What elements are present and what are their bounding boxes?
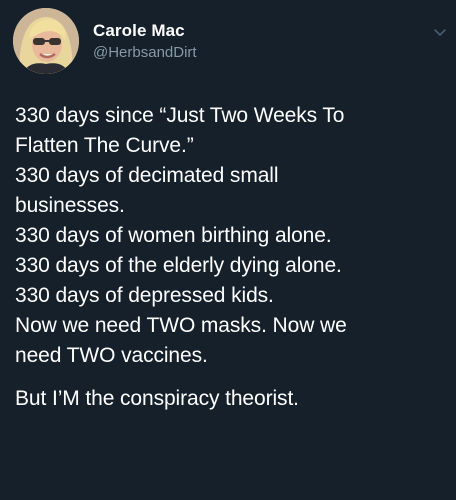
tweet-line: businesses. — [15, 194, 125, 217]
tweet-line: 330 days of women birthing alone. — [15, 224, 332, 247]
avatar[interactable] — [13, 8, 79, 74]
tweet-body: 330 days since “Just Two Weeks To Flatte… — [15, 101, 443, 414]
author-handle[interactable]: @HerbsandDirt — [93, 43, 197, 63]
tweet-line: 330 days of depressed kids. — [15, 284, 274, 307]
author-names: Carole Mac @HerbsandDirt — [93, 8, 197, 74]
tweet-line: 330 days since “Just Two Weeks To — [15, 104, 345, 127]
tweet-card: Carole Mac @HerbsandDirt 330 days since … — [0, 0, 456, 500]
tweet-text-final: But I’M the conspiracy theorist. — [15, 384, 443, 414]
tweet-header: Carole Mac @HerbsandDirt — [13, 8, 197, 74]
tweet-line: 330 days of decimated small — [15, 164, 279, 187]
tweet-line: need TWO vaccines. — [15, 344, 208, 367]
tweet-line: Flatten The Curve.” — [15, 134, 194, 157]
tweet-line: Now we need TWO masks. Now we — [15, 314, 347, 337]
tweet-line-final: But I’M the conspiracy theorist. — [15, 387, 299, 410]
avatar-photo — [13, 8, 79, 74]
tweet-line: 330 days of the elderly dying alone. — [15, 254, 342, 277]
chevron-down-icon[interactable] — [432, 24, 448, 40]
author-display-name[interactable]: Carole Mac — [93, 20, 197, 42]
tweet-text: 330 days since “Just Two Weeks To Flatte… — [15, 101, 443, 371]
